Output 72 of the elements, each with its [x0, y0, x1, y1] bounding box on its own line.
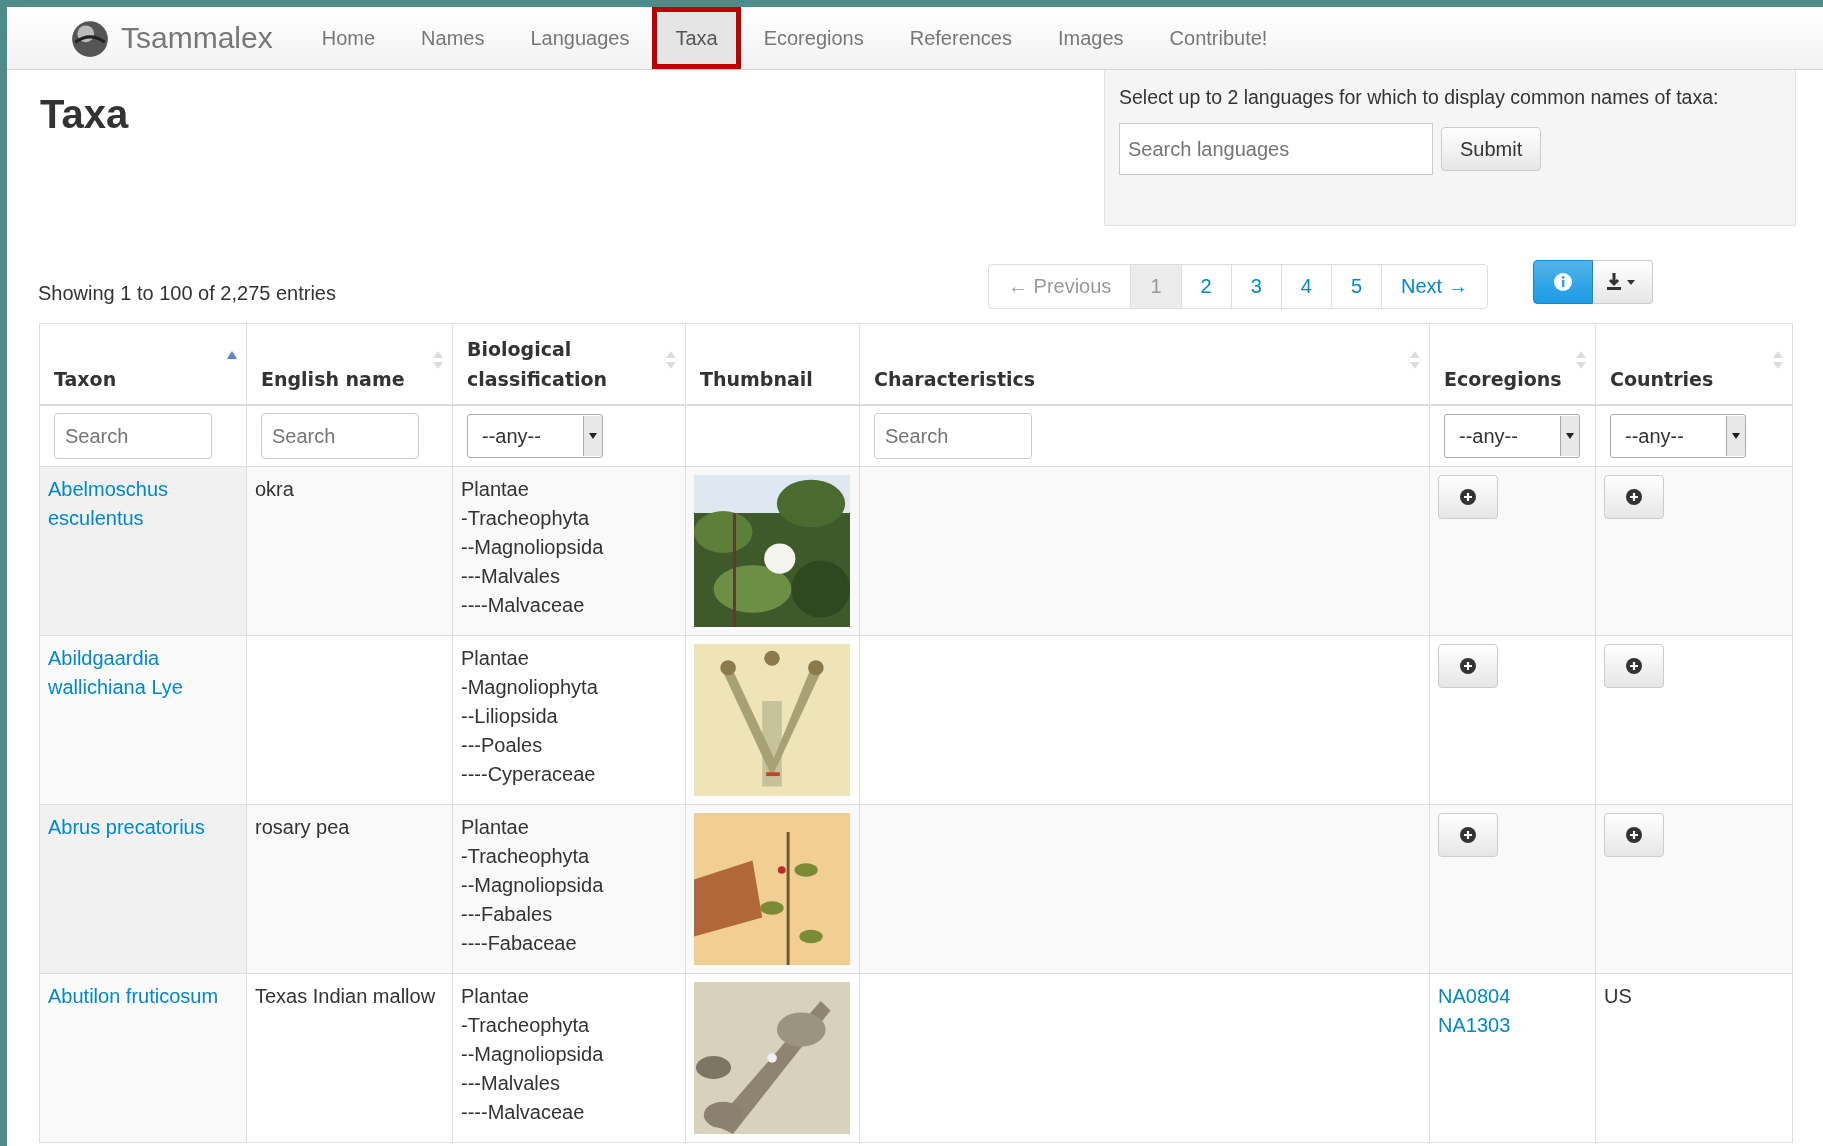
- expand-button[interactable]: [1438, 475, 1498, 519]
- page-link[interactable]: Next →: [1381, 265, 1487, 308]
- entries-info: Showing 1 to 100 of 2,275 entries: [38, 282, 337, 305]
- classification-line: -Tracheophyta: [461, 506, 591, 531]
- classification-line: -Tracheophyta: [461, 844, 591, 869]
- filter-dropdown[interactable]: --any--: [1610, 414, 1746, 458]
- classification-line: Plantae: [461, 815, 530, 840]
- classification-line: --Magnoliopsida: [461, 1042, 605, 1067]
- page-link[interactable]: 1: [1130, 265, 1181, 308]
- language-search-field[interactable]: Search languages: [1119, 123, 1433, 175]
- plus-circle-icon: [1625, 657, 1643, 675]
- ecoregion-link[interactable]: NA1303: [1438, 1014, 1511, 1036]
- nav-link[interactable]: Ecoregions: [740, 7, 887, 69]
- expand-button[interactable]: [1604, 644, 1664, 688]
- brand-link[interactable]: Tsammalex: [121, 21, 273, 55]
- plus-circle-icon: [1459, 657, 1477, 675]
- dropdown-arrow-icon: [1731, 432, 1741, 440]
- expand-button[interactable]: [1604, 475, 1664, 519]
- country-code: US: [1604, 985, 1632, 1007]
- classification-line: ---Poales: [461, 733, 544, 758]
- nav-link[interactable]: Contribute!: [1146, 7, 1291, 69]
- classification-line: Plantae: [461, 477, 530, 502]
- classification-line: --Magnoliopsida: [461, 535, 605, 560]
- info-button[interactable]: [1532, 259, 1593, 304]
- nav-link[interactable]: References: [886, 7, 1035, 69]
- taxon-link[interactable]: Abrus precatorius: [48, 813, 238, 842]
- filter-search-field[interactable]: Search: [261, 413, 419, 459]
- filter-search-field[interactable]: Search: [874, 413, 1032, 459]
- classification-line: ----Malvaceae: [461, 593, 586, 618]
- dropdown-arrow-icon: [588, 432, 598, 440]
- english-name: rosary pea: [255, 816, 350, 838]
- classification-line: ----Fabaceae: [461, 931, 578, 956]
- nav-link[interactable]: Home: [298, 7, 399, 69]
- classification-line: Plantae: [461, 646, 530, 671]
- filter-dropdown[interactable]: --any--: [1444, 414, 1580, 458]
- expand-button[interactable]: [1604, 813, 1664, 857]
- download-button[interactable]: [1592, 259, 1653, 304]
- nav-link[interactable]: Images: [1035, 7, 1147, 69]
- nav-link[interactable]: Languages: [507, 7, 653, 69]
- expand-button[interactable]: [1438, 813, 1498, 857]
- nav-link[interactable]: Names: [398, 7, 508, 69]
- classification-line: -Magnoliophyta: [461, 675, 599, 700]
- ecoregion-link[interactable]: NA0804: [1438, 985, 1511, 1007]
- plus-circle-icon: [1625, 488, 1643, 506]
- page-title: Taxa: [40, 92, 129, 138]
- classification-line: -Tracheophyta: [461, 1013, 591, 1038]
- classification-line: ---Malvales: [461, 564, 561, 589]
- classification-line: ---Malvales: [461, 1071, 561, 1096]
- panel-instruction: Select up to 2 languages for which to display common names of taxa:: [1119, 86, 1720, 109]
- plus-circle-icon: [1459, 488, 1477, 506]
- filter-search-field[interactable]: Search: [54, 413, 212, 459]
- submit-button[interactable]: Submit: [1441, 127, 1542, 171]
- dropdown-arrow-icon: [1565, 432, 1575, 440]
- filter-dropdown[interactable]: --any--: [467, 414, 603, 458]
- taxon-link[interactable]: Abutilon fruticosum: [48, 982, 238, 1011]
- english-name: Texas Indian mallow: [255, 985, 436, 1007]
- classification-line: Plantae: [461, 984, 530, 1009]
- classification-line: --Magnoliopsida: [461, 873, 605, 898]
- page-link[interactable]: 3: [1230, 265, 1281, 308]
- info-icon: [1552, 271, 1573, 292]
- plus-circle-icon: [1459, 826, 1477, 844]
- page-link[interactable]: 5: [1330, 265, 1381, 308]
- page-link[interactable]: 2: [1180, 265, 1231, 308]
- expand-button[interactable]: [1438, 644, 1498, 688]
- classification-line: ---Fabales: [461, 902, 554, 927]
- english-name: okra: [255, 478, 294, 500]
- plus-circle-icon: [1625, 826, 1643, 844]
- classification-line: --Liliopsida: [461, 704, 559, 729]
- classification-line: ----Malvaceae: [461, 1100, 586, 1125]
- nav-link[interactable]: Taxa: [652, 7, 741, 69]
- page-link[interactable]: 4: [1280, 265, 1331, 308]
- classification-line: ----Cyperaceae: [461, 762, 597, 787]
